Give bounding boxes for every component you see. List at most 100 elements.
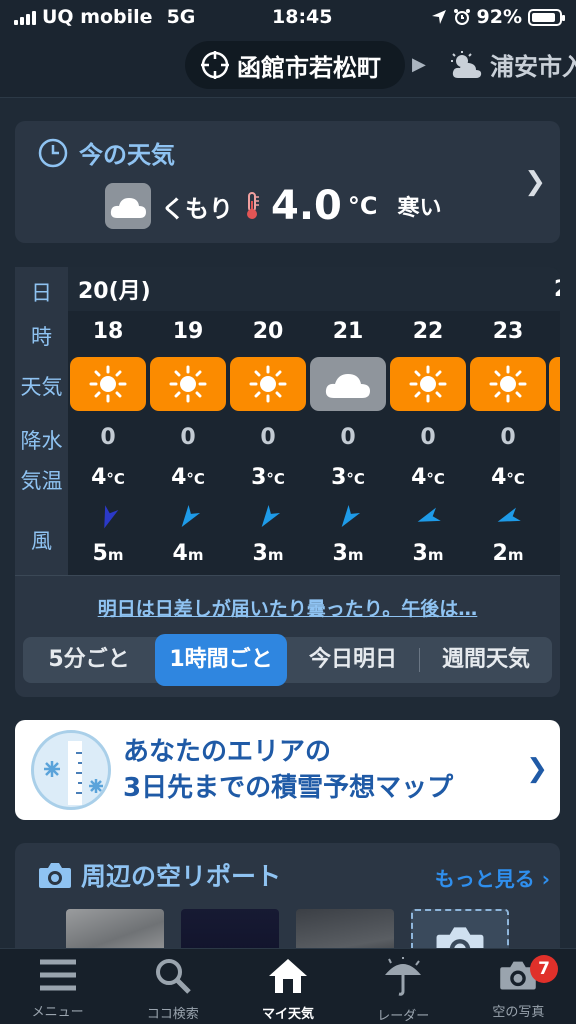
forecast-wind-unit: m xyxy=(267,546,284,564)
forecast-temp: 4°C xyxy=(68,465,148,490)
forecast-hour: 23 xyxy=(492,319,524,344)
forecast-wind-unit: m xyxy=(427,546,444,564)
forecast-column: 19 0 4°C 4m xyxy=(148,311,228,575)
snow-forecast-banner[interactable]: あなたのエリアの 3日先までの積雪予想マップ ❯ xyxy=(15,720,560,820)
location-arrow-icon xyxy=(431,10,446,24)
tab-label: 空の写真 xyxy=(492,1005,545,1020)
forecast-temp: 4°C xyxy=(148,465,228,490)
clock: 18:45 xyxy=(272,6,333,28)
status-bar: UQ mobile 5G 18:45 92% xyxy=(0,0,576,34)
chevron-right-icon: ❯ xyxy=(526,754,548,784)
current-location-name: 函館市若松町 xyxy=(237,53,381,82)
forecast-precip: 0 xyxy=(100,425,116,450)
forecast-row-labels: 日 時 天気 降水 気温 風 xyxy=(15,267,68,575)
see-more-link[interactable]: もっと見る › xyxy=(435,863,550,892)
location-bar: 函館市若松町 ▶ 浦安市入 xyxy=(0,34,576,98)
wind-direction-icon xyxy=(181,505,201,528)
forecast-wind-unit: m xyxy=(507,546,524,564)
search-icon xyxy=(155,959,191,994)
tab-search[interactable]: ココ検索 xyxy=(115,949,230,1024)
notification-badge: 7 xyxy=(530,955,559,983)
forecast-summary-link[interactable]: 明日は日差しが届いたり曇ったり。午後は… xyxy=(15,594,560,621)
forecast-wind: 2m xyxy=(468,541,548,566)
menu-icon xyxy=(39,959,76,991)
current-location-tab[interactable]: 函館市若松町 xyxy=(185,41,405,89)
tab-weekly[interactable]: 週間天気 xyxy=(420,637,552,683)
forecast-temp-value: 4 xyxy=(91,465,107,490)
clock-icon xyxy=(38,138,68,167)
see-more-label: もっと見る xyxy=(434,867,535,891)
next-day-peek: 2 xyxy=(554,277,560,302)
forecast-column: 18 0 4°C 5m xyxy=(68,311,148,575)
forecast-temp-unit: °C xyxy=(106,470,125,488)
forecast-column: 20 0 3°C 3m xyxy=(228,311,308,575)
forecast-hour: 21 xyxy=(332,319,364,344)
alarm-icon xyxy=(453,9,470,25)
forecast-temp-unit: °C xyxy=(186,470,205,488)
wind-direction-icon xyxy=(261,505,281,528)
tab-menu[interactable]: メニュー xyxy=(0,949,115,1024)
forecast-wind-value: 3 xyxy=(412,541,428,566)
next-location-name: 浦安市入 xyxy=(490,53,576,81)
tab-radar[interactable]: レーダー xyxy=(346,949,461,1024)
camera-icon xyxy=(39,863,71,888)
sunny-icon xyxy=(230,357,306,411)
forecast-interval-tabs: 5分ごと 1時間ごと 今日明日 週間天気 xyxy=(23,634,552,686)
forecast-wind-value: 5 xyxy=(92,541,108,566)
forecast-wind-unit: m xyxy=(187,546,204,564)
chevron-right-icon[interactable]: ❯ xyxy=(524,167,546,197)
forecast-precip: 0 xyxy=(340,425,356,450)
forecast-precip: 0 xyxy=(420,425,436,450)
day-header: 20(月) 2 xyxy=(68,267,560,311)
battery-icon xyxy=(528,8,565,26)
current-weather-title: 今の天気 xyxy=(79,141,175,169)
current-weather-card[interactable]: 今の天気 くもり 4.0 °C 寒い ❯ xyxy=(15,121,560,243)
day-label: 20(月) xyxy=(78,279,151,304)
forecast-temp-unit: °C xyxy=(506,470,525,488)
forecast-wind-value: 2 xyxy=(492,541,508,566)
forecast-grid[interactable]: 20(月) 2 1804°C5m1904°C4m2003°C3m2103°C3m… xyxy=(68,267,560,575)
tab-5min[interactable]: 5分ごと xyxy=(23,637,155,683)
banner-line-2: 3日先までの積雪予想マップ xyxy=(123,773,454,803)
next-arrow-icon[interactable]: ▶ xyxy=(412,54,426,75)
forecast-wind-unit: m xyxy=(107,546,124,564)
sky-report-title: 周辺の空リポート xyxy=(81,862,282,891)
forecast-temp-value: 3 xyxy=(251,465,267,490)
forecast-temp-unit: °C xyxy=(426,470,445,488)
feel-label: 寒い xyxy=(397,196,442,221)
forecast-temp: 3°C xyxy=(308,465,388,490)
forecast-hour: 22 xyxy=(412,319,444,344)
carrier-name: UQ mobile xyxy=(42,6,153,28)
forecast-wind: 5m xyxy=(68,541,148,566)
forecast-temp-value: 3 xyxy=(331,465,347,490)
tab-label: マイ天気 xyxy=(262,1007,315,1022)
forecast-column: 22 0 4°C 3m xyxy=(388,311,468,575)
home-icon xyxy=(269,959,307,993)
tab-today-tomorrow[interactable]: 今日明日 xyxy=(287,637,419,683)
forecast-temp: 4°C xyxy=(388,465,468,490)
next-location-tab[interactable]: 浦安市入 xyxy=(448,47,576,82)
wind-direction-icon xyxy=(341,505,361,528)
partly-cloudy-icon xyxy=(451,50,482,78)
divider xyxy=(15,575,560,576)
wind-direction-icon xyxy=(417,507,441,522)
forecast-wind-value: 3 xyxy=(252,541,268,566)
tab-hourly[interactable]: 1時間ごと xyxy=(155,634,287,686)
tab-sky-photos[interactable]: 空の写真 7 xyxy=(461,949,576,1024)
snow-map-icon xyxy=(31,730,111,810)
forecast-temp-value: 4 xyxy=(491,465,507,490)
row-label-precip: 降水 xyxy=(20,429,63,453)
hourly-forecast-card: 日 時 天気 降水 気温 風 20(月) 2 1804°C5m1904°C4m2… xyxy=(15,267,560,697)
current-condition: くもり xyxy=(161,194,233,223)
crosshair-icon xyxy=(201,51,229,79)
signal-icon xyxy=(14,9,36,25)
forecast-precip: 0 xyxy=(180,425,196,450)
forecast-temp: 3°C xyxy=(228,465,308,490)
forecast-temp-unit: °C xyxy=(266,470,285,488)
temperature-unit: °C xyxy=(347,192,378,220)
sunny-icon xyxy=(70,357,146,411)
forecast-precip: 0 xyxy=(260,425,276,450)
forecast-hour: 18 xyxy=(92,319,124,344)
tab-my-weather[interactable]: マイ天気 xyxy=(230,949,345,1024)
forecast-column: 23 0 4°C 2m xyxy=(468,311,548,575)
